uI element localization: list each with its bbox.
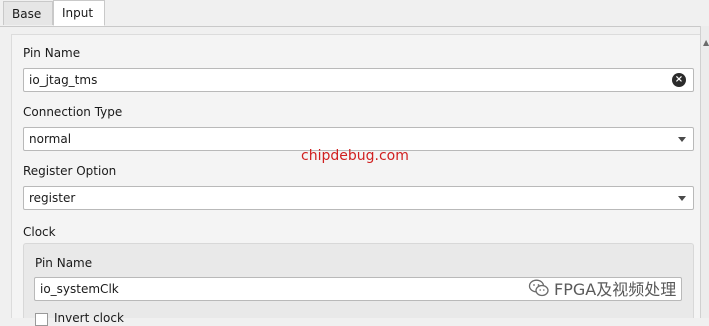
pin-name-input[interactable]: io_jtag_tms × <box>23 68 694 92</box>
register-option-value: register <box>29 191 76 205</box>
side-scroll-edge[interactable] <box>700 26 709 318</box>
register-option-label: Register Option <box>23 164 117 178</box>
chevron-down-icon[interactable] <box>678 137 686 142</box>
watermark-site: chipdebug.com <box>301 148 409 164</box>
tab-base[interactable]: Base <box>3 1 53 25</box>
watermark-account-name: FPGA及视频处理 <box>554 280 677 299</box>
tab-input[interactable]: Input <box>53 0 105 26</box>
pin-name-label: Pin Name <box>23 46 81 60</box>
connection-type-value: normal <box>29 132 72 146</box>
watermark-account: FPGA及视频处理 <box>528 276 676 300</box>
connection-type-label: Connection Type <box>23 105 123 119</box>
wechat-icon <box>528 279 549 297</box>
pin-name-value: io_jtag_tms <box>29 73 98 87</box>
clock-pin-name-label: Pin Name <box>35 256 93 270</box>
chevron-down-icon[interactable] <box>678 196 686 201</box>
register-option-select[interactable]: register <box>23 186 694 210</box>
clear-icon[interactable]: × <box>672 73 686 87</box>
invert-clock-label: Invert clock <box>54 311 124 325</box>
clock-pin-name-value: io_systemClk <box>40 282 119 296</box>
tab-bar: Base Input <box>0 0 709 27</box>
invert-clock-checkbox[interactable] <box>35 313 48 326</box>
clock-group-label: Clock <box>23 225 56 239</box>
scroll-up-arrow-icon[interactable]: ▲ <box>703 38 709 47</box>
